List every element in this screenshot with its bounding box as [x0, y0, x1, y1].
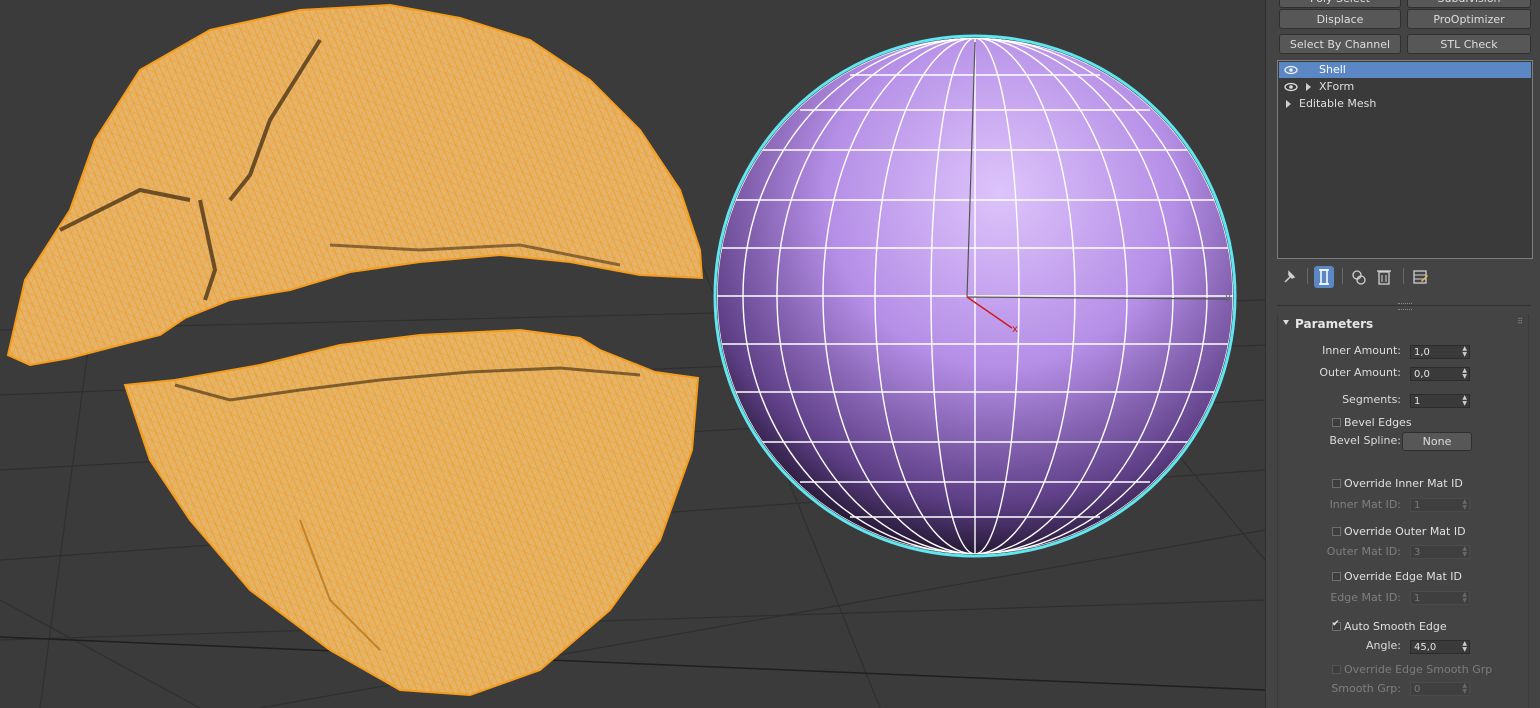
bevel-spline-label: Bevel Spline: [1329, 434, 1401, 447]
stack-item-label: Editable Mesh [1299, 97, 1377, 110]
sphere-object [713, 34, 1237, 558]
outer-mat-id-value: 3 [1414, 547, 1421, 558]
drag-handle[interactable] [1398, 303, 1412, 310]
stack-item-xform[interactable]: XForm [1279, 79, 1531, 95]
expand-arrow-icon[interactable] [1306, 83, 1311, 91]
stack-item-editable-mesh[interactable]: Editable Mesh [1279, 96, 1531, 112]
collapse-arrow-icon[interactable] [1283, 320, 1289, 325]
inner-mat-id-spinner[interactable]: 1 ▲ ▼ [1410, 498, 1470, 512]
outer-amount-label: Outer Amount: [1319, 366, 1401, 379]
pin-stack-icon[interactable] [1280, 266, 1300, 288]
override-edge-smooth-grp-checkbox[interactable] [1332, 665, 1341, 674]
select-by-channel-button[interactable]: Select By Channel [1279, 34, 1401, 54]
parameters-rollout [1277, 314, 1529, 708]
bevel-spline-pick-button[interactable]: None [1402, 432, 1472, 451]
auto-smooth-edge-label: Auto Smooth Edge [1344, 620, 1447, 633]
stack-item-shell[interactable]: Shell [1279, 62, 1531, 78]
stack-item-label: Shell [1319, 63, 1346, 76]
segments-label: Segments: [1342, 393, 1401, 406]
smooth-grp-label: Smooth Grp: [1331, 682, 1401, 695]
mesh-object-upper [6, 3, 704, 367]
subdivision-button[interactable]: Subdivision [1407, 0, 1531, 8]
displace-button[interactable]: Displace [1279, 9, 1401, 29]
outer-mat-id-label: Outer Mat ID: [1326, 545, 1401, 558]
rollout-grip-icon[interactable]: ⠿ [1517, 317, 1523, 326]
perspective-viewport[interactable]: x y [0, 0, 1265, 708]
segments-value: 1 [1414, 396, 1421, 407]
override-outer-mat-checkbox[interactable] [1332, 527, 1341, 536]
outer-amount-value: 0,0 [1414, 369, 1430, 380]
stack-item-label: XForm [1319, 80, 1355, 93]
inner-amount-spinner[interactable]: 1,0 ▲ ▼ [1410, 345, 1470, 359]
outer-amount-spinner[interactable]: 0,0 ▲ ▼ [1410, 367, 1470, 381]
make-unique-icon[interactable] [1349, 266, 1369, 288]
outer-mat-id-spinner[interactable]: 3 ▲ ▼ [1410, 545, 1470, 559]
toolbar-divider [1403, 268, 1404, 284]
edge-mat-id-value: 1 [1414, 593, 1421, 604]
prooptimizer-button[interactable]: ProOptimizer [1407, 9, 1531, 29]
modifier-stack-list[interactable]: Shell XForm Editable Mesh [1277, 60, 1533, 259]
toolbar-divider [1307, 268, 1308, 284]
viewport-canvas[interactable]: x y [0, 0, 1265, 708]
axis-x-label: x [1012, 324, 1018, 335]
show-end-result-icon[interactable] [1314, 266, 1334, 288]
smooth-grp-spinner[interactable]: 0 ▲ ▼ [1410, 682, 1470, 696]
inner-amount-label: Inner Amount: [1322, 344, 1401, 357]
eye-icon[interactable] [1284, 65, 1298, 75]
parameters-rollout-header[interactable]: Parameters ⠿ [1277, 314, 1529, 334]
toolbar-divider [1342, 268, 1343, 284]
segments-spinner[interactable]: 1 ▲ ▼ [1410, 394, 1470, 408]
rollout-title: Parameters [1295, 317, 1374, 331]
grid-main-line [0, 636, 1265, 691]
remove-modifier-icon[interactable] [1374, 266, 1394, 288]
configure-modifier-sets-icon[interactable] [1410, 266, 1430, 288]
axis-y-label: y [1225, 292, 1231, 303]
poly-select-button[interactable]: Poly Select [1279, 0, 1401, 8]
angle-spinner[interactable]: 45,0 ▲ ▼ [1410, 640, 1470, 654]
override-edge-smooth-grp-label: Override Edge Smooth Grp [1344, 663, 1493, 676]
stl-check-button[interactable]: STL Check [1407, 34, 1531, 54]
override-edge-mat-label: Override Edge Mat ID [1344, 570, 1463, 583]
bevel-edges-checkbox[interactable] [1332, 418, 1341, 427]
inner-mat-id-value: 1 [1414, 500, 1421, 511]
angle-label: Angle: [1365, 639, 1401, 652]
smooth-grp-value: 0 [1414, 684, 1421, 695]
eye-icon[interactable] [1284, 82, 1298, 92]
edge-mat-id-spinner[interactable]: 1 ▲ ▼ [1410, 591, 1470, 605]
inner-amount-value: 1,0 [1414, 347, 1430, 358]
auto-smooth-edge-checkbox[interactable] [1332, 619, 1341, 631]
expand-arrow-icon[interactable] [1286, 100, 1291, 108]
edge-mat-id-label: Edge Mat ID: [1330, 591, 1401, 604]
override-inner-mat-checkbox[interactable] [1332, 479, 1341, 488]
modify-command-panel: Poly Select Subdivision Displace ProOpti… [1265, 0, 1540, 708]
override-edge-mat-checkbox[interactable] [1332, 572, 1341, 581]
override-outer-mat-label: Override Outer Mat ID [1344, 525, 1466, 538]
angle-value: 45,0 [1414, 642, 1437, 653]
mesh-object-lower [123, 328, 700, 697]
inner-mat-id-label: Inner Mat ID: [1329, 498, 1401, 511]
override-inner-mat-label: Override Inner Mat ID [1344, 477, 1463, 490]
bevel-edges-label: Bevel Edges [1344, 416, 1412, 429]
